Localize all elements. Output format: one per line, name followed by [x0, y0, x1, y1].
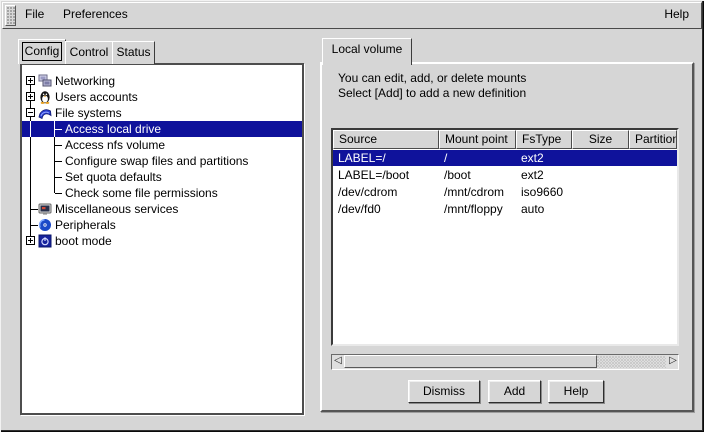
- tree-item-label: Access nfs volume: [65, 137, 165, 153]
- table-cell: /dev/fd0: [338, 201, 437, 218]
- table-cell: ext2: [521, 167, 570, 184]
- tree-item-access-nfs-volume[interactable]: Access nfs volume: [22, 137, 302, 153]
- table-row[interactable]: /dev/cdrom/mnt/cdrom iso9660: [333, 184, 677, 201]
- file-systems-icon: [38, 106, 52, 120]
- scroll-right-icon[interactable]: ▷: [667, 354, 679, 368]
- networking-icon: [38, 74, 52, 88]
- tree-item-check-some-file-permissions[interactable]: Check some file permissions: [22, 185, 302, 201]
- column-header-size[interactable]: Size: [572, 130, 629, 149]
- table-row[interactable]: /dev/fd0/mnt/floppy auto: [333, 201, 677, 218]
- peripherals-icon: [38, 218, 52, 232]
- tab-status-label: Status: [114, 44, 152, 61]
- table-row[interactable]: LABEL=/ / ext2: [333, 150, 677, 166]
- table-cell: /boot: [444, 167, 514, 184]
- hscrollbar[interactable]: ◁ ▷: [331, 354, 679, 370]
- help-button[interactable]: Help: [548, 380, 604, 403]
- dismiss-button[interactable]: Dismiss: [408, 380, 480, 403]
- table-cell: ext2: [521, 150, 570, 167]
- column-header-source[interactable]: Source: [333, 130, 439, 149]
- tree-item-label: Users accounts: [55, 89, 138, 105]
- collapse-minus-icon[interactable]: [26, 108, 35, 117]
- tree-item-label: Access local drive: [65, 121, 161, 137]
- instruction-line-2: Select [Add] to add a new definition: [338, 86, 526, 100]
- tree-item-label: Check some file permissions: [65, 185, 218, 201]
- table-row[interactable]: LABEL=/boot/boot ext2: [333, 167, 677, 184]
- column-header-fstype[interactable]: FsType: [516, 130, 572, 149]
- menu-preferences[interactable]: Preferences: [61, 3, 130, 26]
- add-button[interactable]: Add: [488, 380, 541, 403]
- menu-bar: File Preferences Help: [2, 2, 702, 29]
- table-cell: /dev/cdrom: [338, 184, 437, 201]
- tree-item-label: Peripherals: [55, 217, 116, 233]
- tree-item-configure-swap-files-and-partitions[interactable]: Configure swap files and partitions: [22, 153, 302, 169]
- tab-config-label: Config: [22, 42, 63, 61]
- expand-plus-icon[interactable]: [26, 76, 35, 85]
- scroll-left-icon[interactable]: ◁: [332, 354, 344, 368]
- instruction-line-1: You can edit, add, or delete mounts: [338, 71, 526, 85]
- tree-item-access-local-drive[interactable]: Access local drive: [22, 121, 302, 137]
- tree-item-miscellaneous-services[interactable]: Miscellaneous services: [22, 201, 302, 217]
- scrollbar-track[interactable]: [597, 356, 666, 368]
- tab-local-volume-label: Local volume: [330, 41, 405, 58]
- menu-file[interactable]: File: [23, 3, 46, 26]
- menu-help[interactable]: Help: [662, 3, 691, 26]
- tree-item-label: Set quota defaults: [65, 169, 162, 185]
- expand-plus-icon[interactable]: [26, 236, 35, 245]
- tree-item-label: boot mode: [55, 233, 112, 249]
- scrollbar-thumb[interactable]: [344, 355, 597, 368]
- tree-item-label: Configure swap files and partitions: [65, 153, 248, 169]
- table-cell: iso9660: [521, 184, 570, 201]
- tab-control[interactable]: Control: [65, 41, 113, 64]
- tab-status[interactable]: Status: [112, 41, 155, 64]
- tree-item-set-quota-defaults[interactable]: Set quota defaults: [22, 169, 302, 185]
- tab-config[interactable]: Config: [18, 39, 66, 64]
- tree-item-label: Miscellaneous services: [55, 201, 178, 217]
- tree-item-boot-mode[interactable]: boot mode: [22, 233, 302, 249]
- users-accounts-icon: [38, 90, 52, 104]
- column-header-mount-point[interactable]: Mount point: [439, 130, 516, 149]
- config-tree: NetworkingUsers accountsFile systemsAcce…: [22, 65, 302, 413]
- expand-plus-icon[interactable]: [26, 92, 35, 101]
- tree-item-file-systems[interactable]: File systems: [22, 105, 302, 121]
- tab-local-volume[interactable]: Local volume: [322, 38, 412, 65]
- table-cell: /mnt/cdrom: [444, 184, 514, 201]
- menu-drag-handle-icon[interactable]: [5, 5, 16, 26]
- tree-item-label: Networking: [55, 73, 115, 89]
- tree-item-users-accounts[interactable]: Users accounts: [22, 89, 302, 105]
- table-cell: LABEL=/boot: [338, 167, 437, 184]
- mounts-table: SourceMount pointFsTypeSizePartitionLABE…: [331, 128, 679, 346]
- tree-item-networking[interactable]: Networking: [22, 73, 302, 89]
- tree-item-label: File systems: [55, 105, 122, 121]
- tab-control-label: Control: [68, 44, 111, 61]
- boot-mode-icon: [38, 234, 52, 248]
- tree-item-peripherals[interactable]: Peripherals: [22, 217, 302, 233]
- table-cell: auto: [521, 201, 570, 218]
- misc-services-icon: [38, 202, 52, 216]
- table-cell: LABEL=/: [338, 150, 437, 167]
- table-cell: /: [444, 150, 514, 167]
- column-header-partition[interactable]: Partition: [629, 130, 677, 149]
- table-cell: /mnt/floppy: [444, 201, 514, 218]
